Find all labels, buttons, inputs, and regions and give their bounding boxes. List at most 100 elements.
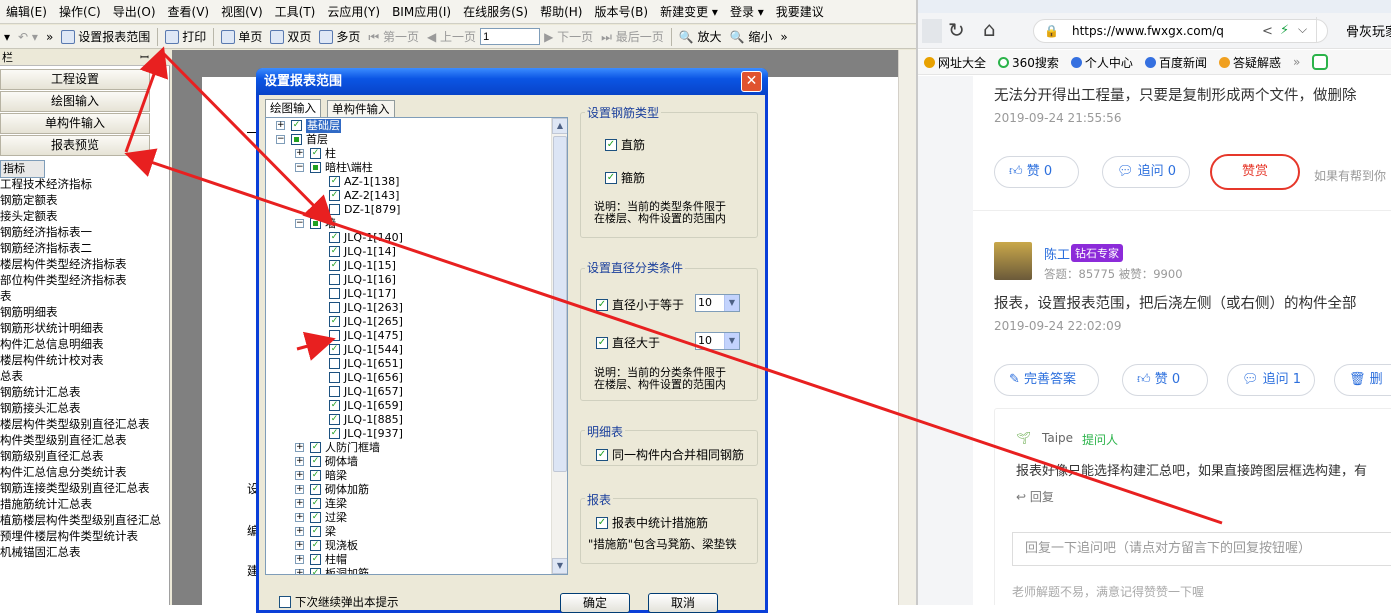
report-list-item[interactable]: 指标 — [0, 160, 170, 178]
expand-icon[interactable]: + — [295, 485, 304, 494]
checkbox-checked-icon[interactable]: ✓ — [310, 470, 321, 481]
collapse-icon[interactable]: − — [276, 135, 285, 144]
report-list-item[interactable]: 钢筋级别直径汇总表 — [0, 448, 170, 464]
answer-1-ask-button[interactable]: 💬︎ 追问 0 — [1102, 156, 1190, 188]
tree-node[interactable]: + ✓ 基础层 — [266, 119, 548, 133]
checkbox-checked-icon[interactable]: ✓ — [329, 400, 340, 411]
tree-node[interactable]: − 首层 — [266, 133, 548, 147]
checkbox-checked-icon[interactable]: ✓ — [310, 512, 321, 523]
report-list-item[interactable]: 措施筋统计汇总表 — [0, 496, 170, 512]
menu-item[interactable]: BIM应用(I) — [386, 1, 457, 23]
home-icon[interactable]: ⌂ — [983, 17, 996, 41]
tree-node[interactable]: − 墙 — [266, 217, 548, 231]
checkbox-checked-icon[interactable]: ✓ — [329, 190, 340, 201]
report-list-item[interactable]: 构件类型级别直径汇总表 — [0, 432, 170, 448]
tree-node[interactable]: + ✓ 砌体墙 — [266, 455, 548, 469]
nav-drawing-input[interactable]: 绘图输入 — [0, 91, 150, 112]
undo-icon[interactable]: ↶ ▾ — [14, 27, 42, 47]
tree-node[interactable]: ✓ AZ-2[143] — [266, 189, 548, 203]
tree-node[interactable]: − 暗柱\端柱 — [266, 161, 548, 175]
report-list-item[interactable]: 预埋件楼层构件类型统计表 — [0, 528, 170, 544]
tree-node[interactable]: JLQ-1[651] — [266, 357, 548, 371]
tree-node[interactable]: ✓ JLQ-1[937] — [266, 427, 548, 441]
checkbox-checked-icon[interactable]: ✓ — [310, 526, 321, 537]
next-page-button[interactable]: ▶ 下一页 — [540, 27, 597, 47]
print-button[interactable]: 打印 — [161, 27, 210, 47]
report-list-item[interactable]: 钢筋接头汇总表 — [0, 400, 170, 416]
scroll-up-icon[interactable]: ▲ — [552, 118, 567, 134]
chevron-down-icon[interactable]: ⌵ — [1298, 22, 1307, 37]
scroll-thumb[interactable] — [553, 136, 567, 472]
collapse-icon[interactable]: − — [295, 219, 304, 228]
nav-report-preview[interactable]: 报表预览 — [0, 135, 150, 156]
answer-2-like-button[interactable]: 👍︎ 赞 0 — [1122, 364, 1208, 396]
report-list-item[interactable]: 机械锚固汇总表 — [0, 544, 170, 560]
zoom-out-button[interactable]: 🔍 缩小 — [726, 27, 777, 47]
tree-node[interactable]: JLQ-1[657] — [266, 385, 548, 399]
report-list-item[interactable]: 钢筋统计汇总表 — [0, 384, 170, 400]
tree-node[interactable]: ✓ AZ-1[138] — [266, 175, 548, 189]
menu-item[interactable]: 在线服务(S) — [457, 1, 534, 23]
checkbox-checked-icon[interactable]: ✓ — [329, 344, 340, 355]
checkbox-checked-icon[interactable]: ✓ — [310, 456, 321, 467]
checkbox-checked-icon[interactable]: ✓ — [310, 554, 321, 565]
menu-item[interactable]: 新建变更 ▾ — [654, 1, 724, 23]
multi-page-button[interactable]: 多页 — [315, 27, 364, 47]
tree-node[interactable]: JLQ-1[16] — [266, 273, 548, 287]
checkbox-checked-icon[interactable]: ✓ — [329, 176, 340, 187]
prev-page-button[interactable]: ◀ 上一页 — [423, 27, 480, 47]
expand-icon[interactable]: + — [295, 499, 304, 508]
sidebar-toggle[interactable] — [922, 19, 942, 43]
tree-node[interactable]: + ✓ 柱 — [266, 147, 548, 161]
reward-button[interactable]: 赞赏 — [1210, 154, 1300, 190]
double-page-button[interactable]: 双页 — [266, 27, 315, 47]
tree-node[interactable]: DZ-1[879] — [266, 203, 548, 217]
chevron-down-icon[interactable]: ▼ — [724, 333, 739, 349]
tree-node[interactable]: ✓ JLQ-1[140] — [266, 231, 548, 245]
report-list-item[interactable]: 总表 — [0, 368, 170, 384]
expand-icon[interactable]: + — [295, 149, 304, 158]
report-list-item[interactable]: 楼层构件统计校对表 — [0, 352, 170, 368]
tree-node[interactable]: ✓ JLQ-1[659] — [266, 399, 548, 413]
answer-2-ask-button[interactable]: 💬︎ 追问 1 — [1227, 364, 1315, 396]
checkbox-checked-icon[interactable]: ✓ — [329, 260, 340, 271]
bookmarks-more-icon[interactable]: » — [1287, 55, 1306, 69]
checkbox-checked-icon[interactable]: ✓ — [291, 120, 302, 131]
expand-icon[interactable]: + — [295, 555, 304, 564]
checkbox-checked-icon[interactable]: ✓ — [329, 316, 340, 327]
report-list-item[interactable]: 工程技术经济指标 — [0, 176, 170, 192]
expand-icon[interactable]: + — [295, 527, 304, 536]
report-list-item[interactable]: 钢筋定额表 — [0, 192, 170, 208]
menu-item[interactable]: 我要建议 — [770, 1, 830, 23]
merge-same-rebar-checkbox[interactable]: ✓ 同一构件内合并相同钢筋 — [596, 446, 744, 463]
tree-node[interactable]: ✓ JLQ-1[544] — [266, 343, 548, 357]
report-list-item[interactable]: 构件汇总信息分类统计表 — [0, 464, 170, 480]
menu-item[interactable]: 导出(O) — [107, 1, 162, 23]
menu-item[interactable]: 云应用(Y) — [321, 1, 386, 23]
menu-item[interactable]: 编辑(E) — [0, 1, 53, 23]
bookmark-item[interactable]: 360搜索 — [992, 54, 1065, 71]
report-list-item[interactable]: 楼层构件类型级别直径汇总表 — [0, 416, 170, 432]
checkbox-checked-icon[interactable]: ✓ — [310, 148, 321, 159]
followup-user[interactable]: Taipe — [1042, 431, 1073, 445]
expand-icon[interactable]: + — [276, 121, 285, 130]
checkbox-partial-icon[interactable] — [291, 134, 302, 145]
report-list-item[interactable]: 钢筋明细表 — [0, 304, 170, 320]
tree-node[interactable]: JLQ-1[263] — [266, 301, 548, 315]
tree-node[interactable]: + ✓ 砌体加筋 — [266, 483, 548, 497]
bookmark-item[interactable]: 答疑解惑 — [1213, 54, 1287, 71]
expand-icon[interactable]: + — [295, 569, 304, 574]
reply-link[interactable]: ↩ 回复 — [1016, 488, 1054, 505]
checkbox-unchecked-icon[interactable] — [329, 274, 340, 285]
pin-icon[interactable]: ꟷ — [140, 50, 149, 66]
menu-item[interactable]: 操作(C) — [53, 1, 107, 23]
checkbox-checked-icon[interactable]: ✓ — [310, 484, 321, 495]
menu-item[interactable]: 查看(V) — [162, 1, 216, 23]
tree-node[interactable]: + ✓ 过梁 — [266, 511, 548, 525]
tree-node[interactable]: + ✓ 梁 — [266, 525, 548, 539]
tree-node[interactable]: JLQ-1[475] — [266, 329, 548, 343]
menu-item[interactable]: 版本号(B) — [588, 1, 654, 23]
checkbox-checked-icon[interactable]: ✓ — [310, 442, 321, 453]
last-page-button[interactable]: ⏭ 最后一页 — [597, 27, 668, 47]
tree-node[interactable]: + ✓ 现浇板 — [266, 539, 548, 553]
